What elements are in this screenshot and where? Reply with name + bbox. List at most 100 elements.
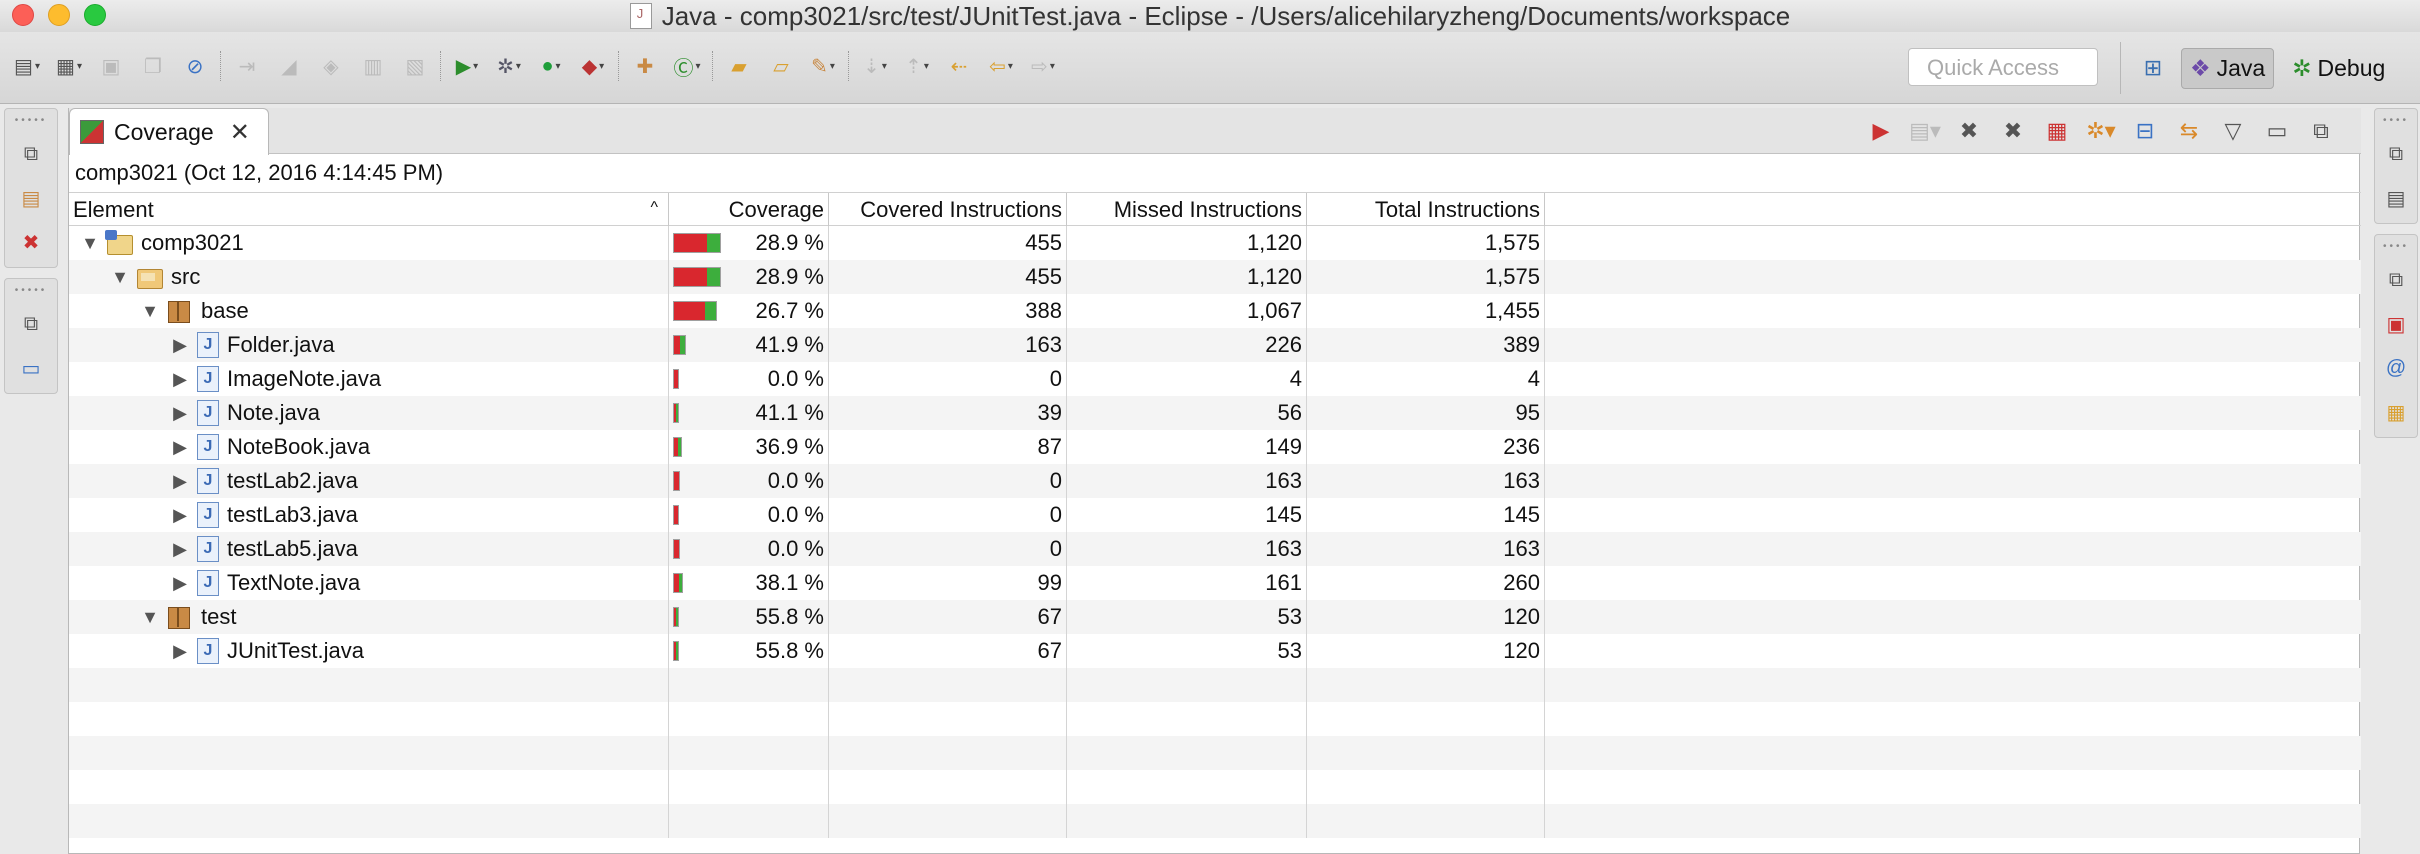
resume-icon[interactable]: ⇥ bbox=[230, 50, 264, 82]
table-row[interactable]: ▼ test 55.8 % 67 53 120 bbox=[69, 600, 2361, 634]
collapsed-arrow-icon[interactable]: ▶ bbox=[169, 641, 191, 662]
table-row[interactable]: ▼ comp3021 28.9 % 455 1,120 1,575 bbox=[69, 226, 2361, 260]
task-list-icon[interactable]: ▤ bbox=[2380, 183, 2412, 213]
table-row[interactable]: ▶testLab2.java0.0 %0163163 bbox=[69, 464, 2361, 498]
remove-all-sessions-icon[interactable]: ✖ bbox=[1997, 116, 2029, 146]
missed-instructions-cell: 1,120 bbox=[1067, 260, 1307, 294]
junit-icon[interactable]: ✖ bbox=[15, 227, 47, 257]
table-row[interactable]: ▼ src 28.9 % 455 1,120 1,575 bbox=[69, 260, 2361, 294]
drag-handle[interactable]: ••••• bbox=[15, 286, 48, 296]
link-with-editor-icon[interactable]: ⇆ bbox=[2173, 116, 2205, 146]
step-over-icon[interactable]: ▧ bbox=[398, 50, 432, 82]
quick-access-input[interactable]: Quick Access bbox=[1908, 48, 2098, 86]
element-cell: ▶ TextNote.java bbox=[69, 566, 669, 600]
collapsed-arrow-icon[interactable]: ▶ bbox=[169, 369, 191, 390]
open-task-icon[interactable]: ▱ bbox=[764, 50, 798, 82]
close-window-button[interactable] bbox=[12, 4, 34, 26]
step-into-icon[interactable]: ▥ bbox=[356, 50, 390, 82]
expanded-arrow-icon[interactable]: ▼ bbox=[139, 301, 161, 322]
column-header-coverage[interactable]: Coverage bbox=[669, 193, 829, 227]
table-row[interactable]: ▶ TextNote.java 38.1 %99161260 bbox=[69, 566, 2361, 600]
restore-icon[interactable]: ⧉ bbox=[15, 309, 47, 339]
collapsed-arrow-icon[interactable]: ▶ bbox=[169, 471, 191, 492]
collapsed-arrow-icon[interactable]: ▶ bbox=[169, 573, 191, 594]
new-java-class-icon[interactable]: Ⓒ ▾ bbox=[670, 50, 704, 82]
column-header-missed-instructions[interactable]: Missed Instructions bbox=[1067, 193, 1307, 227]
table-row[interactable]: ▶ JUnitTest.java 55.8 %6753120 bbox=[69, 634, 2361, 668]
save-icon[interactable]: ▣ bbox=[94, 50, 128, 82]
table-row[interactable]: ▼ base 26.7 % 388 1,067 1,455 bbox=[69, 294, 2361, 328]
column-header-total-instructions[interactable]: Total Instructions bbox=[1307, 193, 1545, 227]
terminate-icon[interactable]: ◈ bbox=[314, 50, 348, 82]
toolbar-separator bbox=[848, 51, 850, 81]
collapsed-arrow-icon[interactable]: ▶ bbox=[169, 539, 191, 560]
collapse-all-icon[interactable]: ⊟ bbox=[2129, 116, 2161, 146]
open-type-icon[interactable]: ▰ bbox=[722, 50, 756, 82]
minimize-icon[interactable]: ▭ bbox=[2261, 116, 2293, 146]
coverage-cell: 36.9 % bbox=[669, 430, 829, 464]
drag-handle[interactable]: •••• bbox=[2383, 116, 2409, 126]
minimize-window-button[interactable] bbox=[48, 4, 70, 26]
coverage-run-icon[interactable]: ▶ ▾ bbox=[450, 50, 484, 82]
expanded-arrow-icon[interactable]: ▼ bbox=[79, 233, 101, 254]
expanded-arrow-icon[interactable]: ▼ bbox=[109, 267, 131, 288]
maximize-icon[interactable]: ⧉ bbox=[2305, 116, 2337, 146]
save-all-icon[interactable]: ❐ bbox=[136, 50, 170, 82]
expanded-arrow-icon[interactable]: ▼ bbox=[139, 607, 161, 628]
table-row[interactable]: ▶testLab3.java0.0 %0145145 bbox=[69, 498, 2361, 532]
element-cell: ▼ comp3021 bbox=[69, 226, 669, 260]
relaunch-coverage-icon[interactable]: ▶ bbox=[1865, 116, 1897, 146]
table-row[interactable]: ▶ NoteBook.java 36.9 %87149236 bbox=[69, 430, 2361, 464]
skip-breakpoints-icon[interactable]: ⊘ bbox=[178, 50, 212, 82]
declaration-icon[interactable]: ▦ bbox=[2380, 397, 2412, 427]
debug-perspective-button[interactable]: ✲ Debug bbox=[2284, 49, 2393, 88]
collapsed-arrow-icon[interactable]: ▶ bbox=[169, 335, 191, 356]
dump-execution-data-icon[interactable]: ▤▾ bbox=[1909, 116, 1941, 146]
empty-cell bbox=[69, 668, 669, 702]
search-icon[interactable]: ✎ ▾ bbox=[806, 50, 840, 82]
remove-session-icon[interactable]: ✖ bbox=[1953, 116, 1985, 146]
new-icon[interactable]: ▤ ▾ bbox=[10, 50, 44, 82]
collapsed-arrow-icon[interactable]: ▶ bbox=[169, 403, 191, 424]
collapsed-arrow-icon[interactable]: ▶ bbox=[169, 505, 191, 526]
open-perspective-icon[interactable]: ⊞ bbox=[2135, 50, 2171, 86]
coverage-percent: 41.9 % bbox=[755, 332, 825, 357]
table-row[interactable]: ▶ Note.java 41.1 %395695 bbox=[69, 396, 2361, 430]
close-icon[interactable]: ✕ bbox=[230, 118, 250, 147]
column-header-element[interactable]: Element ^ bbox=[69, 193, 669, 227]
table-row[interactable]: ▶ Folder.java 41.9 %163226389 bbox=[69, 328, 2361, 362]
problems-icon[interactable]: ▣ bbox=[2380, 309, 2412, 339]
outline-icon[interactable]: ▭ bbox=[15, 353, 47, 383]
previous-annotation-icon[interactable]: ⇡ ▾ bbox=[900, 50, 934, 82]
zoom-window-button[interactable] bbox=[84, 4, 106, 26]
coverage-bar bbox=[673, 505, 679, 525]
java-perspective-button[interactable]: ❖ Java bbox=[2181, 47, 2275, 89]
select-session-icon[interactable]: ✲▾ bbox=[2085, 116, 2117, 146]
last-edit-location-icon[interactable]: ⇠ bbox=[942, 50, 976, 82]
restore-icon[interactable]: ⧉ bbox=[15, 139, 47, 169]
collapsed-arrow-icon[interactable]: ▶ bbox=[169, 437, 191, 458]
drag-handle[interactable]: ••••• bbox=[15, 116, 48, 126]
restore-icon[interactable]: ⧉ bbox=[2380, 139, 2412, 169]
debug-icon[interactable]: ✲ ▾ bbox=[492, 50, 526, 82]
external-tools-icon[interactable]: ◆ ▾ bbox=[576, 50, 610, 82]
package-explorer-icon[interactable]: ▤ bbox=[15, 183, 47, 213]
merge-sessions-icon[interactable]: ▦ bbox=[2041, 116, 2073, 146]
new-java-package-icon[interactable]: ✚ bbox=[628, 50, 662, 82]
column-header-covered-instructions[interactable]: Covered Instructions bbox=[829, 193, 1067, 227]
view-menu-icon[interactable]: ▽ bbox=[2217, 116, 2249, 146]
tab-coverage[interactable]: Coverage ✕ bbox=[69, 108, 269, 155]
table-row[interactable]: ▶testLab5.java0.0 %0163163 bbox=[69, 532, 2361, 566]
run-icon[interactable]: ● ▾ bbox=[534, 50, 568, 82]
restore-icon[interactable]: ⧉ bbox=[2380, 265, 2412, 295]
next-annotation-icon[interactable]: ⇣ ▾ bbox=[858, 50, 892, 82]
covered-instructions-cell: 388 bbox=[829, 294, 1067, 328]
table-row[interactable]: ▶ImageNote.java0.0 %044 bbox=[69, 362, 2361, 396]
back-icon[interactable]: ⇦ ▾ bbox=[984, 50, 1018, 82]
forward-icon[interactable]: ⇨ ▾ bbox=[1026, 50, 1060, 82]
drag-handle[interactable]: •••• bbox=[2383, 242, 2409, 252]
java-file-icon bbox=[197, 536, 219, 562]
javadoc-icon[interactable]: @ bbox=[2380, 353, 2412, 383]
new-wizard-icon[interactable]: ▦ ▾ bbox=[52, 50, 86, 82]
suspend-icon[interactable]: ◢ bbox=[272, 50, 306, 82]
